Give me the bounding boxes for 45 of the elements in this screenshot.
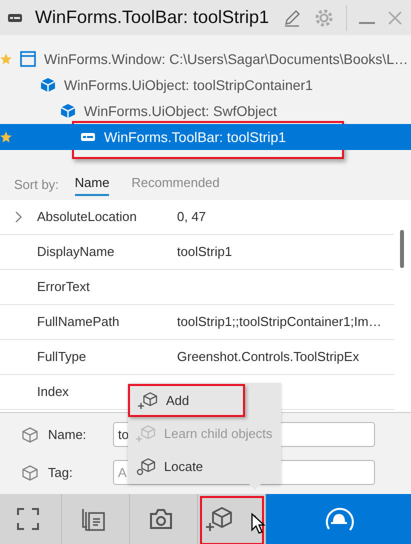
toolbar-button[interactable] [130,494,198,544]
menu-item[interactable]: Add [128,384,245,417]
toolbar-button[interactable] [0,494,62,544]
menu-item[interactable]: Locate [128,450,281,483]
tree-item[interactable]: WinForms.UiObject: toolStripContainer1 [0,72,411,98]
sort-tab[interactable]: Name [74,172,110,196]
window-title: WinForms.ToolBar: toolStrip1 [35,6,270,29]
cube-icon [40,77,56,93]
property-name: AbsoluteLocation [37,209,137,224]
field-label: Tag: [48,464,74,482]
tree-item[interactable]: WinForms.ToolBar: toolStrip1 [0,124,411,150]
scrollbar-thumb [400,230,404,268]
property-value: 0, 47 [177,208,206,226]
tree-label: WinForms.UiObject: SwfObject [84,102,277,121]
plus-cubes-icon [136,424,156,442]
property-name: Index [37,384,69,399]
property-name: FullType [37,349,86,364]
tree-item[interactable]: WinForms.UiObject: SwfObject [0,98,411,124]
toolbar-button[interactable] [62,494,130,544]
close-icon [387,10,403,26]
minimize-icon [359,22,375,24]
mouse-pointer-icon [251,513,265,535]
sort-label: Sort by: [14,176,59,194]
settings-icon [314,8,334,28]
property-name: FullNamePath [37,314,120,329]
property-name: DisplayName [37,244,114,259]
magnifier-cube-icon [136,458,156,476]
window-icon [20,51,36,67]
property-value: toolStrip1 [177,243,232,262]
property-value: toolStrip1;;toolStripContainer1;Im… [177,313,382,332]
menu-item: Learn child objects [128,417,281,450]
cube-outline-icon [22,426,38,442]
toolbar-button[interactable] [198,494,266,544]
property-name: ErrorText [37,279,90,294]
cube-icon [60,103,76,119]
plus-cube-icon [138,392,158,410]
pencil-icon [282,8,302,28]
field-label: Name: [48,426,88,444]
property-value: Greenshot.Controls.ToolStripEx [177,348,360,366]
cube-outline-icon [22,464,38,480]
tree-label: WinForms.UiObject: toolStripContainer1 [64,76,313,95]
tree-label: WinForms.ToolBar: toolStrip1 [104,128,286,147]
toolbar-button[interactable] [266,494,411,544]
tree-label: WinForms.Window: C:\Users\Sagar\Documents\Books\L… [44,50,408,69]
tree-item[interactable]: WinForms.Window: C:\Users\Sagar\Documents\Books\L… [0,46,411,72]
